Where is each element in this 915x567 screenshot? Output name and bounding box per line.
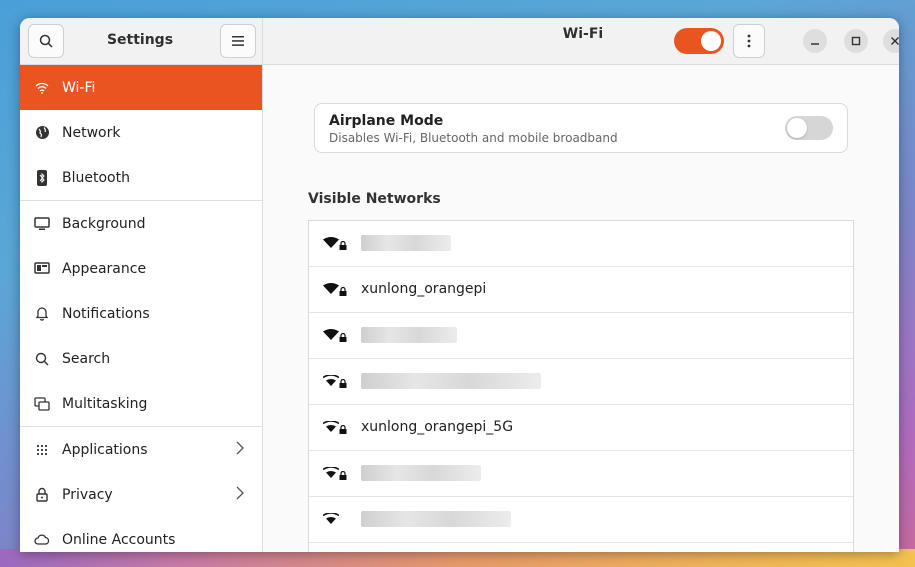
- network-row[interactable]: xunlong_orangepi: [309, 267, 853, 313]
- wifi-icon: [34, 80, 50, 96]
- lock-icon: [339, 333, 347, 342]
- sidebar-item-network[interactable]: Network: [20, 110, 262, 155]
- globe-icon: [34, 125, 50, 141]
- redacted-ssid: [361, 235, 451, 251]
- sidebar-item-label: Notifications: [62, 305, 150, 322]
- network-row[interactable]: xunlong_orangepi_5G: [309, 405, 853, 451]
- toggle-knob: [701, 31, 721, 51]
- redacted-ssid: [361, 511, 511, 527]
- network-row[interactable]: [309, 359, 853, 405]
- close-icon: [891, 37, 899, 45]
- sidebar-item-label: Applications: [62, 441, 148, 458]
- network-row[interactable]: [309, 451, 853, 497]
- network-ssid: xunlong_orangepi: [361, 281, 487, 297]
- chevron-right-icon: [236, 440, 244, 459]
- wifi-signal-icon: [323, 329, 339, 340]
- content-area: Airplane Mode Disables Wi-Fi, Bluetooth …: [263, 65, 899, 552]
- airplane-mode-subtitle: Disables Wi-Fi, Bluetooth and mobile bro…: [329, 131, 618, 145]
- sidebar-item-label: Multitasking: [62, 395, 148, 412]
- bluetooth-icon: [34, 169, 50, 186]
- network-row[interactable]: [309, 497, 853, 543]
- wifi-signal-icon: [323, 375, 339, 386]
- sidebar-item-label: Appearance: [62, 260, 147, 277]
- sidebar-item-label: Bluetooth: [62, 169, 130, 186]
- maximize-icon: [851, 36, 861, 46]
- lock-icon: [339, 471, 347, 480]
- wifi-signal-icon: [323, 513, 339, 524]
- sidebar-item-wifi[interactable]: Wi-Fi: [20, 65, 262, 110]
- appearance-icon: [34, 261, 50, 277]
- sidebar-list: Wi-Fi Network Bluetooth Background Appea…: [20, 65, 262, 552]
- airplane-mode-row: Airplane Mode Disables Wi-Fi, Bluetooth …: [314, 103, 848, 153]
- maximize-button[interactable]: [844, 29, 868, 53]
- sidebar-title: Settings: [106, 32, 174, 48]
- more-options-button[interactable]: [733, 24, 765, 58]
- sidebar-item-privacy[interactable]: Privacy: [20, 472, 262, 517]
- main-header: Wi-Fi: [263, 18, 899, 65]
- multitasking-icon: [34, 396, 50, 412]
- sidebar: Settings Wi-Fi Network Bluetooth Backgro…: [20, 18, 263, 552]
- minimize-button[interactable]: [803, 29, 827, 53]
- main-panel: Wi-Fi Airplane Mode Disables Wi-Fi, Blue…: [263, 18, 899, 552]
- search-icon: [39, 34, 53, 48]
- wifi-signal-icon: [323, 283, 339, 294]
- lock-icon: [339, 287, 347, 296]
- network-ssid: xunlong_orangepi_5G: [361, 419, 514, 435]
- wifi-signal-icon: [323, 467, 339, 478]
- cloud-icon: [34, 532, 50, 548]
- close-button[interactable]: [883, 29, 899, 53]
- redacted-ssid: [361, 327, 457, 343]
- sidebar-item-applications[interactable]: Applications: [20, 427, 262, 472]
- lock-icon: [339, 379, 347, 388]
- sidebar-item-bluetooth[interactable]: Bluetooth: [20, 155, 262, 200]
- sidebar-item-label: Search: [62, 350, 111, 367]
- search-icon: [34, 351, 50, 367]
- sidebar-item-multitasking[interactable]: Multitasking: [20, 381, 262, 426]
- sidebar-menu-button[interactable]: [220, 24, 256, 58]
- hamburger-icon: [232, 36, 244, 46]
- page-title: Wi-Fi: [562, 26, 604, 42]
- kebab-menu-icon: [747, 34, 751, 48]
- lock-icon: [339, 241, 347, 250]
- network-list: xunlong_orangepi xunlong_orangepi_5G: [308, 220, 854, 552]
- monitor-icon: [34, 216, 50, 232]
- sidebar-item-appearance[interactable]: Appearance: [20, 246, 262, 291]
- sidebar-item-label: Network: [62, 124, 121, 141]
- wifi-signal-icon: [323, 237, 339, 248]
- wifi-toggle[interactable]: [674, 28, 724, 54]
- sidebar-item-label: Privacy: [62, 486, 113, 503]
- wifi-signal-icon: [323, 421, 339, 432]
- visible-networks-heading: Visible Networks: [308, 191, 441, 207]
- redacted-ssid: [361, 465, 481, 481]
- sidebar-item-notifications[interactable]: Notifications: [20, 291, 262, 336]
- sidebar-item-label: Wi-Fi: [62, 79, 96, 96]
- settings-window: Settings Wi-Fi Network Bluetooth Backgro…: [20, 18, 899, 552]
- sidebar-item-label: Online Accounts: [62, 531, 176, 548]
- bell-icon: [34, 306, 50, 322]
- sidebar-item-online-accounts[interactable]: Online Accounts: [20, 517, 262, 552]
- toggle-knob: [787, 118, 807, 138]
- sidebar-search-button[interactable]: [28, 24, 64, 58]
- sidebar-item-label: Background: [62, 215, 146, 232]
- sidebar-item-search[interactable]: Search: [20, 336, 262, 381]
- lock-icon: [339, 425, 347, 434]
- minimize-icon: [811, 43, 819, 45]
- redacted-ssid: [361, 373, 541, 389]
- chevron-right-icon: [236, 485, 244, 504]
- grid-icon: [34, 442, 50, 458]
- airplane-mode-toggle[interactable]: [785, 116, 833, 140]
- network-row[interactable]: [309, 313, 853, 359]
- sidebar-item-background[interactable]: Background: [20, 201, 262, 246]
- lock-icon: [34, 487, 50, 503]
- airplane-mode-title: Airplane Mode: [329, 113, 444, 129]
- sidebar-header: Settings: [20, 18, 262, 65]
- network-row[interactable]: [309, 221, 853, 267]
